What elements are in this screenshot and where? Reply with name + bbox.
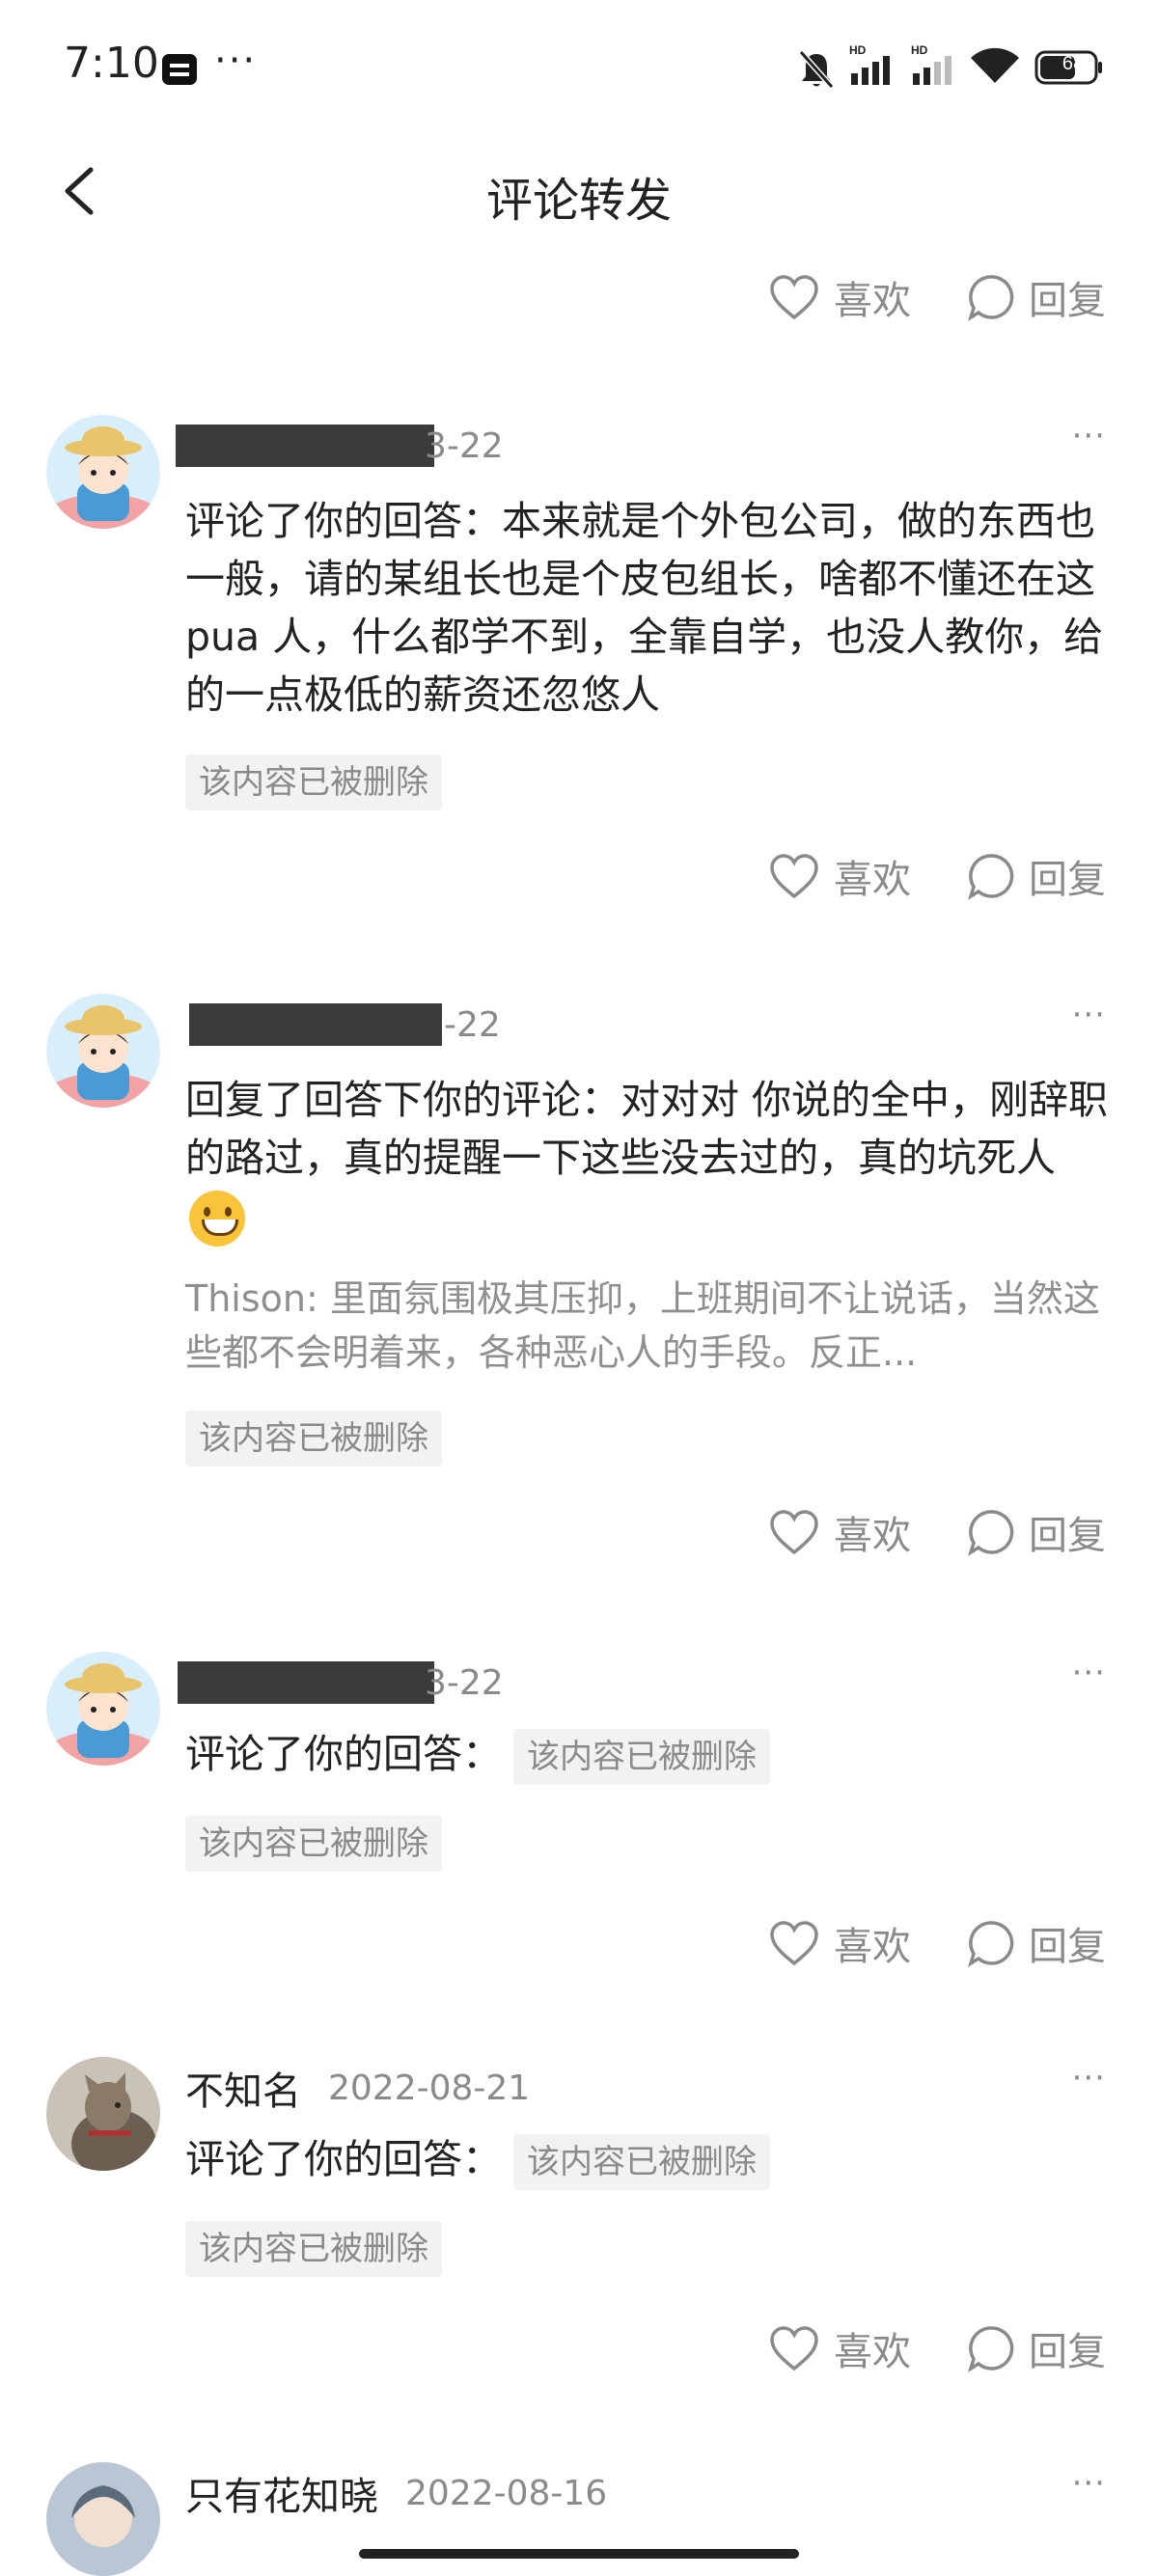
like-button[interactable]: 喜欢 bbox=[768, 2310, 911, 2387]
more-options-icon[interactable]: ··· bbox=[1072, 417, 1106, 455]
mute-bell-icon bbox=[798, 50, 835, 89]
heart-icon bbox=[770, 2326, 818, 2371]
comment-date: 3-22 bbox=[425, 1662, 504, 1703]
grin-emoji-icon bbox=[189, 1191, 245, 1247]
deleted-content-tag: 该内容已被删除 bbox=[185, 1411, 442, 1466]
more-options-icon[interactable]: ··· bbox=[1072, 2464, 1106, 2503]
redacted-username bbox=[176, 425, 434, 467]
signal-2-icon: HD bbox=[911, 43, 951, 85]
svg-text:HD: HD bbox=[911, 43, 928, 57]
heart-icon bbox=[770, 854, 818, 899]
comment-bubble-icon bbox=[967, 854, 1014, 900]
reply-button[interactable]: 回复 bbox=[967, 2310, 1106, 2387]
comment-meta: 3-22 bbox=[425, 1654, 504, 1712]
username[interactable]: 只有花知晓 bbox=[185, 2465, 378, 2521]
avatar[interactable] bbox=[46, 2057, 160, 2171]
comment-item: 只有花知晓 2022-08-16 ··· bbox=[0, 2462, 1158, 2576]
comment-date: 2022-08-21 bbox=[328, 2068, 531, 2108]
more-notifications-icon: ··· bbox=[214, 39, 258, 83]
deleted-content-tag: 该内容已被删除 bbox=[185, 2221, 442, 2277]
comment-meta: -22 bbox=[444, 996, 501, 1054]
wifi-icon bbox=[971, 47, 1019, 83]
avatar[interactable] bbox=[46, 415, 160, 529]
home-indicator[interactable] bbox=[359, 2549, 799, 2559]
reply-button[interactable]: 回复 bbox=[967, 837, 1106, 915]
signal-1-icon: HD bbox=[849, 43, 890, 85]
quoted-comment[interactable]: Thison: 里面氛围极其压抑，上班期间不让说话，当然这些都不会明着来，各种恶… bbox=[185, 1272, 1112, 1380]
like-button[interactable]: 喜欢 bbox=[768, 1494, 911, 1571]
action-row: 喜欢 回复 bbox=[0, 259, 1158, 336]
heart-icon bbox=[770, 275, 818, 320]
comment-item: -22 ··· 回复了回答下你的评论：对对对 你说的全中，刚辞职的路过，真的提醒… bbox=[0, 994, 1158, 1534]
action-row: 喜欢 回复 bbox=[0, 2310, 1158, 2387]
comment-body: 评论了你的回答：本来就是个外包公司，做的东西也一般，请的某组长也是个皮包组长，啥… bbox=[185, 498, 1104, 718]
like-button[interactable]: 喜欢 bbox=[768, 259, 911, 336]
like-button[interactable]: 喜欢 bbox=[768, 837, 911, 915]
reply-button[interactable]: 回复 bbox=[967, 1905, 1106, 1982]
svg-text:HD: HD bbox=[849, 43, 867, 57]
header: 评论转发 bbox=[0, 135, 1158, 251]
comment-item: 不知名 2022-08-21 ··· 评论了你的回答： 该内容已被删除 该内容已被… bbox=[0, 2057, 1158, 2308]
comment-date: 2022-08-16 bbox=[405, 2473, 608, 2513]
more-options-icon[interactable]: ··· bbox=[1072, 1654, 1106, 1692]
heart-icon bbox=[770, 1921, 818, 1966]
more-options-icon[interactable]: ··· bbox=[1072, 996, 1106, 1034]
status-bar: 7:10 ··· HD HD 68 bbox=[0, 0, 1158, 135]
comment-meta: 3-22 bbox=[425, 417, 504, 475]
comment-bubble-icon bbox=[967, 2326, 1014, 2372]
comment-item: 3-22 ··· 评论了你的回答： 该内容已被删除 该内容已被删除 bbox=[0, 1652, 1158, 1903]
comment-bubble-icon bbox=[967, 1510, 1014, 1556]
comment-bubble-icon bbox=[967, 275, 1014, 321]
deleted-content-tag: 该内容已被删除 bbox=[185, 1816, 442, 1872]
redacted-username bbox=[189, 1003, 442, 1046]
comment-date: -22 bbox=[444, 1004, 501, 1045]
comment-body: 评论了你的回答： 该内容已被删除 bbox=[185, 2130, 1112, 2190]
avatar[interactable] bbox=[46, 994, 160, 1108]
avatar[interactable] bbox=[46, 1652, 160, 1766]
username[interactable]: 不知名 bbox=[185, 2060, 301, 2116]
comment-body: 评论了你的回答： 该内容已被删除 bbox=[185, 1725, 1112, 1785]
battery-level: 68 bbox=[1062, 53, 1085, 74]
comment-date: 3-22 bbox=[425, 425, 504, 466]
avatar[interactable] bbox=[46, 2462, 160, 2576]
more-options-icon[interactable]: ··· bbox=[1072, 2059, 1106, 2097]
deleted-content-tag: 该内容已被删除 bbox=[185, 754, 442, 810]
reply-button[interactable]: 回复 bbox=[967, 259, 1106, 336]
deleted-content-tag: 该内容已被删除 bbox=[513, 2134, 770, 2190]
action-row: 喜欢 回复 bbox=[0, 837, 1158, 915]
comment-bubble-icon bbox=[967, 1921, 1014, 1967]
comment-meta: 只有花知晓 2022-08-16 bbox=[185, 2464, 607, 2522]
app-notification-icon bbox=[162, 54, 197, 85]
like-button[interactable]: 喜欢 bbox=[768, 1905, 911, 1982]
screen: 7:10 ··· HD HD 68 评论转发 喜欢 回复 3-22 ··· 评论… bbox=[0, 0, 1158, 2576]
comment-body: 回复了回答下你的评论：对对对 你说的全中，刚辞职的路过，真的提醒一下这些没去过的… bbox=[185, 1071, 1112, 1247]
action-row: 喜欢 回复 bbox=[0, 1905, 1158, 1982]
redacted-username bbox=[178, 1661, 434, 1704]
reply-button[interactable]: 回复 bbox=[967, 1494, 1106, 1571]
status-time: 7:10 bbox=[64, 39, 159, 88]
heart-icon bbox=[770, 1510, 818, 1555]
comment-meta: 不知名 2022-08-21 bbox=[185, 2059, 530, 2117]
action-row: 喜欢 回复 bbox=[0, 1494, 1158, 1571]
deleted-content-tag: 该内容已被删除 bbox=[513, 1729, 770, 1785]
page-title: 评论转发 bbox=[485, 174, 672, 228]
